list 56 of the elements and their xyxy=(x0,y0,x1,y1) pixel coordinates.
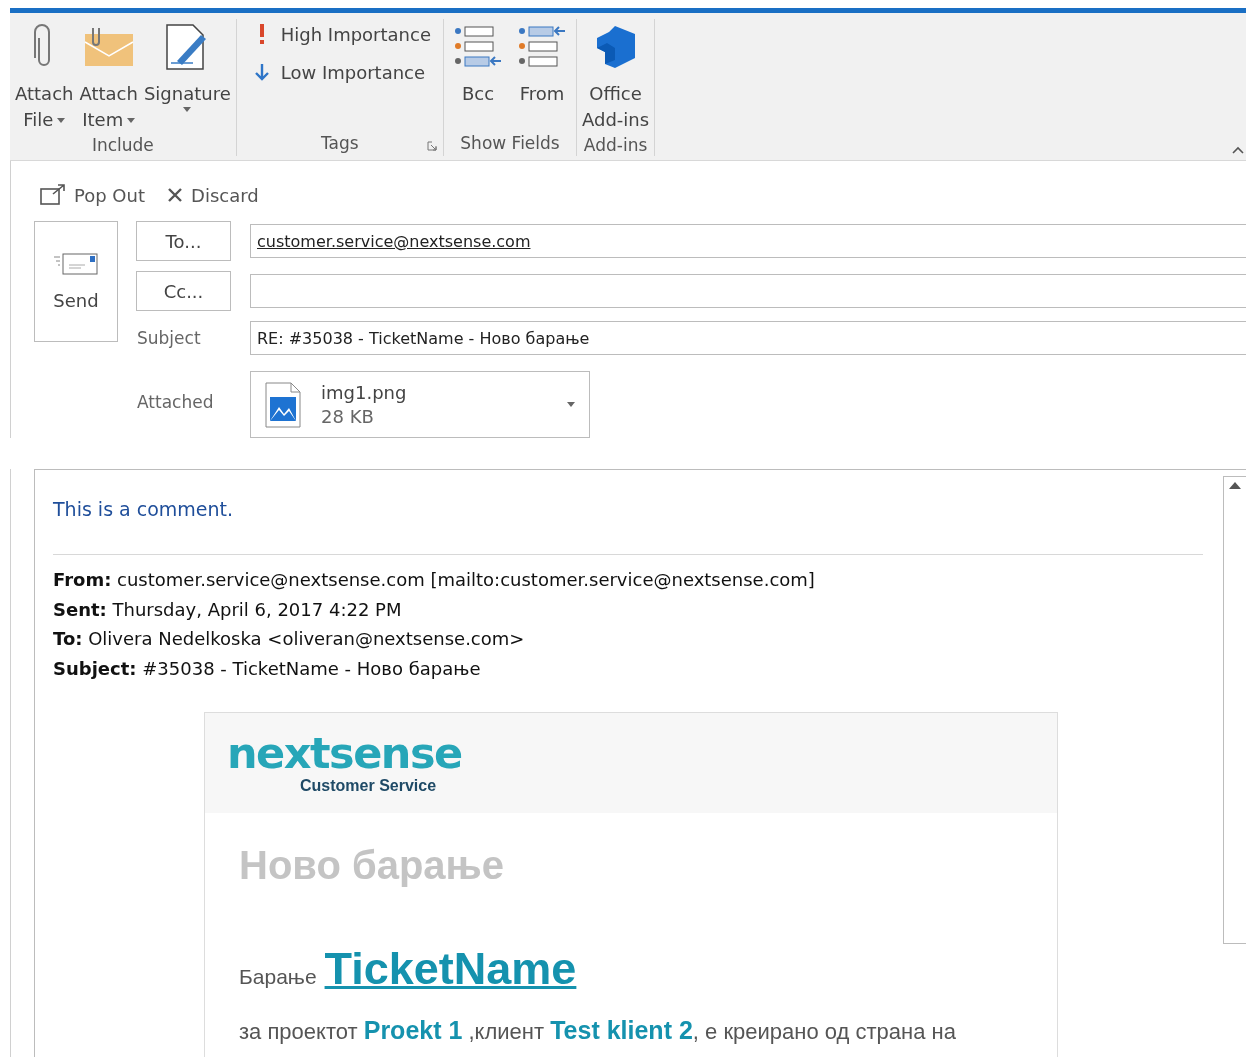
scrollbar[interactable] xyxy=(1223,476,1246,944)
body-text: , е креирано од страна на xyxy=(692,1019,956,1044)
toolbar-button[interactable]: Discard xyxy=(167,184,259,206)
file-name: img1.png xyxy=(321,380,408,405)
subject-field[interactable]: RE: #35038 - TicketName - Ново барање xyxy=(250,321,1246,355)
body-text: за проектот xyxy=(239,1019,359,1044)
send-button[interactable]: Send xyxy=(34,221,118,342)
address-fields-icon xyxy=(517,25,567,69)
attachment-card[interactable]: img1.png 28 KB xyxy=(250,371,590,438)
image-file-icon xyxy=(265,381,301,428)
ribbon-button[interactable]: From xyxy=(510,19,574,107)
ribbon-button[interactable]: Attach Item xyxy=(76,19,141,133)
ribbon-button[interactable]: High Importance xyxy=(250,19,431,49)
address-fields-icon xyxy=(453,25,503,69)
cc-field[interactable] xyxy=(250,274,1246,308)
cc-button[interactable]: Cc... xyxy=(136,271,231,311)
file-size: 28 KB xyxy=(321,404,375,429)
link-text[interactable]: Proekt 1 xyxy=(363,1016,463,1044)
to-button[interactable]: To... xyxy=(136,221,231,261)
dialog-launcher-icon[interactable] xyxy=(427,141,437,151)
scroll-up-icon[interactable] xyxy=(1229,482,1241,489)
subject-label: Subject xyxy=(136,328,202,348)
group-label: Add-ins xyxy=(583,134,648,155)
ribbon-button[interactable]: Office Add-ins xyxy=(579,19,653,133)
header-line: To: Olivera Nedelkoska <oliveran@nextsense.com> xyxy=(53,627,526,651)
collapse-ribbon-icon[interactable] xyxy=(1232,146,1244,154)
attached-label: Attached xyxy=(136,391,215,412)
header-line: Sent: Thursday, April 6, 2017 4:22 PM xyxy=(53,597,403,622)
group-label: Include xyxy=(91,134,154,155)
body-text: ,клиент xyxy=(467,1019,546,1044)
caret-icon xyxy=(183,107,192,112)
caret-icon xyxy=(127,117,136,123)
header-line: From: customer.service@nextsense.com [mailto:customer.service@nextsense.com] xyxy=(53,568,815,592)
group-label: Tags xyxy=(321,133,359,153)
header-line: Subject: #35038 - TicketName - Ново барање xyxy=(53,656,482,681)
close-icon xyxy=(167,187,183,203)
envelope-icon xyxy=(53,252,99,276)
caret-icon xyxy=(57,117,66,123)
to-field[interactable]: customer.service@nextsense.com xyxy=(250,224,1246,258)
ticket-link[interactable]: TicketName xyxy=(324,943,577,995)
down-arrow-icon xyxy=(254,63,269,81)
ribbon-button[interactable]: Signature xyxy=(140,19,234,112)
comment-text: This is a comment. xyxy=(53,498,234,520)
link-text[interactable]: Test klient 2 xyxy=(550,1016,693,1044)
card-heading: Ново барање xyxy=(239,843,505,888)
ribbon-button[interactable]: Low Importance xyxy=(250,57,426,87)
toolbar-button[interactable]: Pop Out xyxy=(40,184,145,206)
ribbon-button[interactable]: Bcc xyxy=(446,19,510,107)
ribbon-button[interactable]: Attach File xyxy=(12,19,77,133)
logo-tagline: Customer Service xyxy=(300,777,437,795)
caret-icon xyxy=(567,402,575,407)
pop-out-icon xyxy=(40,184,66,206)
group-label: Show Fields xyxy=(460,133,560,153)
logo-text: nextsense xyxy=(227,731,462,775)
message-body[interactable] xyxy=(34,469,1246,1057)
request-label: Барање xyxy=(239,965,317,989)
